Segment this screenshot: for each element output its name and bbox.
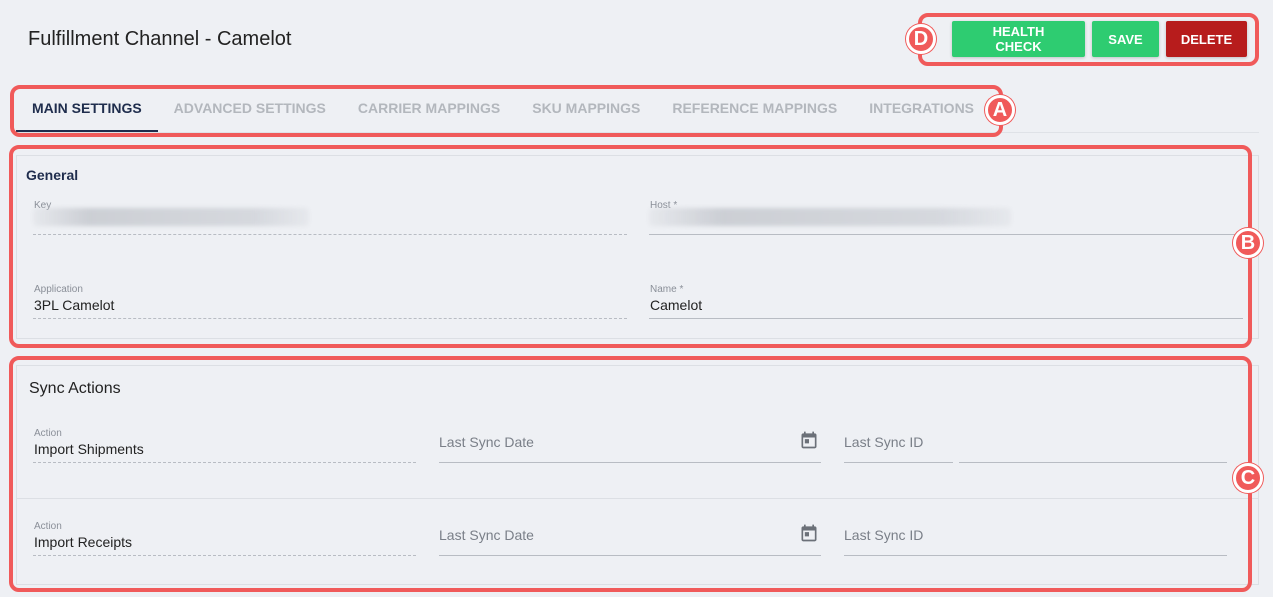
annotation-box-d (918, 13, 1259, 66)
page-title: Fulfillment Channel - Camelot (28, 28, 292, 50)
annotation-box-a (10, 85, 1003, 137)
annotation-badge-b: B (1233, 228, 1263, 258)
annotation-box-b (9, 145, 1252, 348)
annotation-box-c (9, 356, 1252, 592)
annotation-badge-d: D (906, 24, 936, 54)
annotation-badge-c: C (1233, 463, 1263, 493)
annotation-badge-a: A (985, 95, 1015, 125)
